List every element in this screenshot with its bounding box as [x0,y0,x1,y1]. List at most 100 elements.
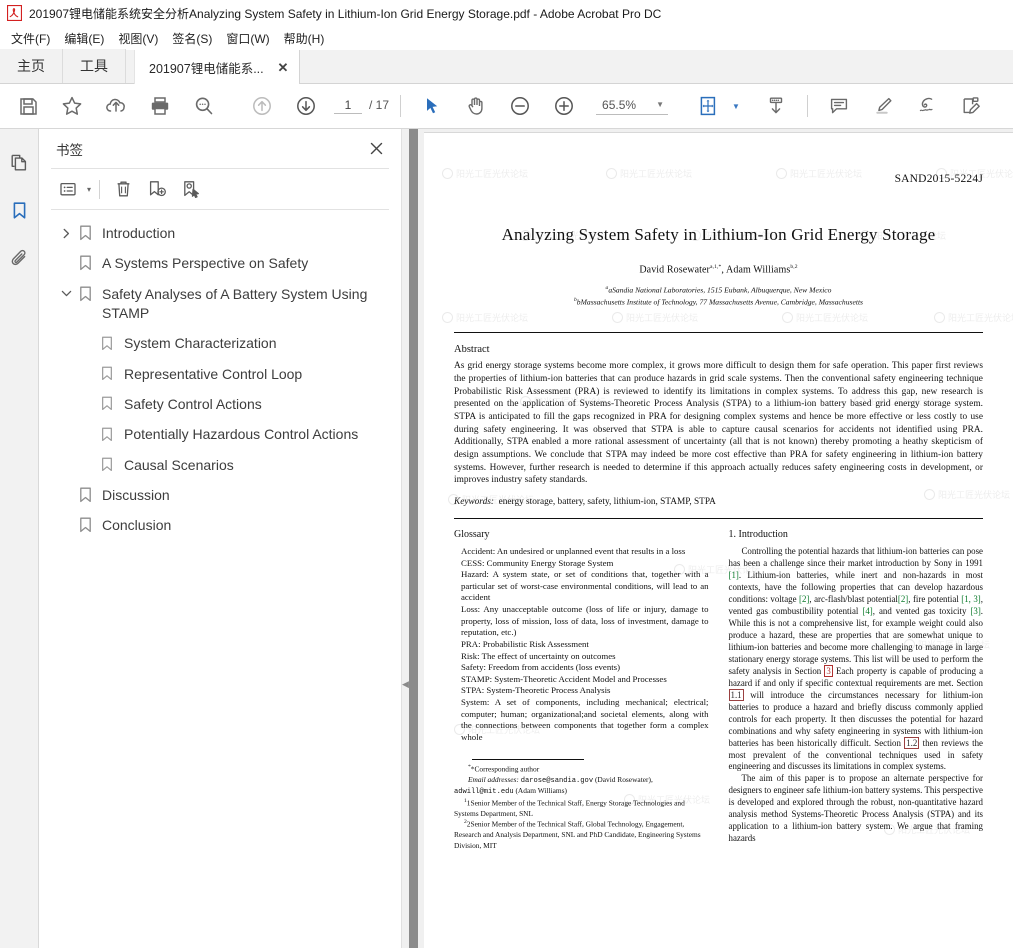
two-column-body: Glossary Accident: An undesired or unpla… [454,529,983,851]
delete-bookmark-icon[interactable] [108,175,138,203]
highlight-icon[interactable] [865,88,901,124]
toolbar-divider-2 [806,95,808,117]
affiliation-1: aSandia National Laboratories, 1515 Euba… [608,285,832,295]
goto-bookmark-icon[interactable] [176,175,206,203]
add-to-favorites-icon[interactable] [54,88,90,124]
collapse-panel-handle[interactable]: ◀ [400,673,411,695]
bookmarks-panel-header: 书签 [39,129,401,168]
draw-icon[interactable] [909,88,945,124]
zoom-in-icon[interactable] [546,88,582,124]
snapshot-icon[interactable] [758,88,794,124]
glossary-item: Hazard: A system state, or set of condit… [461,569,709,603]
menu-file[interactable]: 文件(F) [4,28,57,50]
bookmarks-toolbar: ▾ [39,169,401,209]
chevron-down-icon[interactable]: ▼ [656,100,668,109]
bookmark-item-conclusion[interactable]: Conclusion [39,510,401,540]
print-icon[interactable] [142,88,178,124]
paper-authors: David Rosewatera,1,*, Adam Williamsb,2 [639,264,798,276]
select-tool-icon[interactable] [414,88,450,124]
page-thumbnails-icon[interactable] [3,143,35,181]
menu-bar: 文件(F) 编辑(E) 视图(V) 签名(S) 窗口(W) 帮助(H) [0,27,1013,50]
next-page-icon[interactable] [288,88,324,124]
bookmark-label: Safety Analyses of A Battery System Usin… [102,285,368,321]
fill-and-sign-icon[interactable] [953,88,989,124]
section-ref: 1.1 [728,688,744,701]
tools-button[interactable]: 工具 [63,49,126,83]
bookmarks-panel: 书签 ▾ Introduction A Systems Perspective … [39,129,402,948]
bookmarks-list[interactable]: Introduction A Systems Perspective on Sa… [39,210,401,948]
bookmark-label: Potentially Hazardous Control Actions [124,426,359,443]
paper-title: Analyzing System Safety in Lithium-Ion G… [501,225,936,244]
bookmark-label: Causal Scenarios [124,456,234,473]
bookmark-item-introduction[interactable]: Introduction [39,218,401,248]
fit-page-chevron-icon[interactable]: ▼ [732,102,740,111]
citation-ref: [4] [862,605,873,616]
keywords-text: energy storage, battery, safety, lithium… [498,497,716,508]
chevron-down-icon[interactable] [57,284,75,304]
introduction-heading: 1. Introduction [728,529,788,541]
comment-icon[interactable] [821,88,857,124]
footnote-emails-label: Email addresses: [468,775,519,785]
chevron-right-icon[interactable] [57,223,75,243]
footnote-email-2: adwill@mit.edu [454,788,514,797]
page-total-label: / 17 [369,98,390,112]
menu-window[interactable]: 窗口(W) [219,28,276,50]
footnote-note-1: 1Senior Member of the Technical Staff, E… [454,797,685,818]
bookmark-label: System Characterization [124,335,277,352]
bookmark-icon [97,333,117,353]
home-button[interactable]: 主页 [0,49,63,83]
bookmark-item-potentially-hazardous-control-actions[interactable]: Potentially Hazardous Control Actions [39,419,401,449]
bookmark-item-safety-control-actions[interactable]: Safety Control Actions [39,389,401,419]
glossary-list: Accident: An undesired or unplanned even… [454,546,709,743]
bookmark-item-discussion[interactable]: Discussion [39,480,401,510]
citation-ref: [2] [799,593,810,604]
bookmark-item-causal-scenarios[interactable]: Causal Scenarios [39,450,401,480]
bookmark-item-system-characterization[interactable]: System Characterization [39,328,401,358]
pdf-page: 阳光工匠光伏论坛 阳光工匠光伏论坛 阳光工匠光伏论坛 阳光工匠光伏论坛 阳光工匠… [424,133,1013,948]
document-tab-label: 201907锂电储能系... [149,61,264,76]
page-number-input[interactable]: 1 [334,98,362,114]
fit-page-icon[interactable] [690,88,726,124]
glossary-item: Loss: Any unacceptable outcome (loss of … [461,604,709,638]
glossary-item: Safety: Freedom from accidents (loss eve… [461,662,621,673]
document-viewport[interactable]: 阳光工匠光伏论坛 阳光工匠光伏论坛 阳光工匠光伏论坛 阳光工匠光伏论坛 阳光工匠… [424,129,1013,948]
footnote-email-2-name: (Adam Williams) [515,786,567,796]
document-tab[interactable]: 201907锂电储能系... ✕ [134,50,300,84]
zoom-out-icon[interactable] [502,88,538,124]
search-icon[interactable] [186,88,222,124]
splitter-bar[interactable] [409,129,418,948]
new-bookmark-icon[interactable] [142,175,172,203]
acrobat-icon [7,5,22,21]
attachments-icon[interactable] [3,239,35,277]
close-tab-icon[interactable]: ✕ [276,60,290,74]
column-right: 1. Introduction Controlling the potentia… [728,529,984,851]
footnote-note-2: 2Senior Member of the Technical Staff, G… [454,819,701,850]
panel-splitter[interactable] [402,129,424,948]
zoom-level-select[interactable]: 65.5% ▼ [596,97,669,115]
bookmark-options-chevron-icon[interactable]: ▾ [87,185,91,194]
bookmark-item-representative-control-loop[interactable]: Representative Control Loop [39,359,401,389]
bookmark-options-icon[interactable] [53,175,83,203]
footnote-rule [472,759,584,761]
upload-to-cloud-icon[interactable] [98,88,134,124]
bookmarks-icon[interactable] [3,191,35,229]
menu-help[interactable]: 帮助(H) [277,28,332,50]
menu-sign[interactable]: 签名(S) [165,28,219,50]
bookmark-label: Discussion [102,486,170,503]
save-icon[interactable] [10,88,46,124]
title-bar: 201907锂电储能系统安全分析Analyzing System Safety … [0,0,1013,27]
bookmark-item-safety-analyses-of-a-battery-system-using-stamp[interactable]: Safety Analyses of A Battery System Usin… [39,279,401,329]
section-ref: 3 [824,664,833,677]
previous-page-icon[interactable] [244,88,280,124]
acrobat-window: 201907锂电储能系统安全分析Analyzing System Safety … [0,0,1013,948]
bookmark-icon [75,223,95,243]
zoom-level-value: 65.5% [602,97,637,112]
menu-view[interactable]: 视图(V) [111,28,165,50]
close-panel-icon[interactable] [365,138,387,160]
footnote-email-1: darose@sandia.gov [520,777,594,786]
menu-edit[interactable]: 编辑(E) [57,28,111,50]
introduction-paragraph-2: The aim of this paper is to propose an a… [728,773,984,844]
bookmark-label: Safety Control Actions [124,395,262,412]
bookmark-item-a-systems-perspective-on-safety[interactable]: A Systems Perspective on Safety [39,248,401,278]
hand-tool-icon[interactable] [458,88,494,124]
